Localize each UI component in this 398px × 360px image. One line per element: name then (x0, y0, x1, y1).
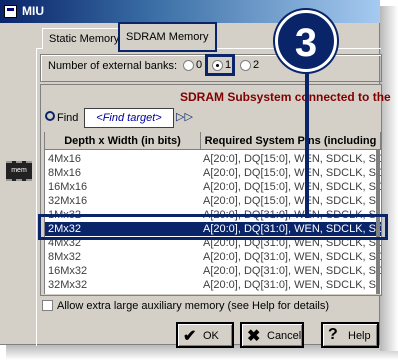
tab-static-memory[interactable]: Static Memory (42, 28, 127, 49)
tab-sdram-memory[interactable]: SDRAM Memory (118, 22, 217, 52)
cell-required-pins: A[20:0], DQ[31:0], WEN, SDCLK, S (203, 279, 377, 291)
cell-required-pins: A[20:0], DQ[15:0], WEN, SDCLK, SD (203, 167, 381, 179)
cell-depth-width: 16Mx16 (48, 181, 88, 193)
radio-highlight-box (205, 54, 235, 76)
table-row[interactable]: 8Mx32 A[20:0], DQ[31:0], WEN, SDCLK, SD (45, 250, 381, 264)
help-label: Help (348, 330, 371, 342)
table-row[interactable]: 32Mx16 A[20:0], DQ[15:0], WEN, SDCLK, S (45, 194, 381, 208)
ok-button[interactable]: ✔ OK (176, 322, 234, 348)
help-button[interactable]: ? Help (321, 322, 379, 348)
banks-label: Number of external banks: (48, 60, 178, 72)
memory-chip-icon: mem (6, 161, 32, 181)
cell-depth-width: 32Mx16 (48, 195, 88, 207)
extra-memory-checkbox[interactable] (42, 300, 53, 311)
subsystem-title: SDRAM Subsystem connected to the (180, 90, 391, 104)
window-shadow-right (380, 6, 398, 351)
table-row[interactable]: 8Mx16 A[20:0], DQ[15:0], WEN, SDCLK, SD (45, 166, 381, 180)
table-row[interactable]: 4Mx16 A[20:0], DQ[15:0], WEN, SDCLK, SD (45, 152, 381, 166)
table-row[interactable]: 32Mx32 A[20:0], DQ[31:0], WEN, SDCLK, S (45, 278, 381, 292)
sdram-table: Depth x Width (in bits) Required System … (44, 132, 381, 294)
selected-row-highlight-box (38, 214, 388, 240)
extra-memory-label: Allow extra large auxiliary memory (see … (57, 300, 330, 312)
cell-required-pins: A[20:0], DQ[31:0], WEN, SDCLK, SD (203, 251, 381, 263)
find-next-icon[interactable]: ▷▷ (176, 110, 193, 123)
table-row[interactable]: 16Mx16 A[20:0], DQ[15:0], WEN, SDCLK, SD (45, 180, 381, 194)
cell-depth-width: 8Mx32 (48, 251, 82, 263)
cancel-label: Cancel (267, 330, 302, 342)
find-label: Find (57, 112, 79, 124)
question-icon: ? (328, 326, 338, 343)
cell-required-pins: A[20:0], DQ[31:0], WEN, SDCLK, SD (203, 265, 381, 277)
find-icon[interactable] (45, 111, 55, 121)
banks-radio-0-label: 0 (196, 59, 203, 71)
ok-label: OK (203, 330, 219, 342)
step-badge: 3 (275, 10, 337, 72)
cell-required-pins: A[20:0], DQ[15:0], WEN, SDCLK, SD (203, 153, 381, 165)
window-title: MIU (22, 4, 44, 18)
column-header-depth-width[interactable]: Depth x Width (in bits) (45, 132, 201, 150)
column-header-required-pins[interactable]: Required System Pins (including (201, 132, 381, 150)
cell-depth-width: 32Mx32 (48, 279, 88, 291)
banks-radio-0[interactable] (183, 60, 194, 71)
cancel-x-icon: ✖ (247, 328, 261, 345)
cell-depth-width: 4Mx16 (48, 153, 82, 165)
cell-required-pins: A[20:0], DQ[15:0], WEN, SDCLK, SD (203, 181, 381, 193)
app-icon[interactable] (4, 5, 17, 18)
cell-depth-width: 8Mx16 (48, 167, 82, 179)
banks-radio-2[interactable] (240, 60, 251, 71)
cancel-button[interactable]: ✖ Cancel (240, 322, 304, 348)
callout-line (305, 72, 309, 218)
banks-radio-2-label: 2 (253, 59, 260, 71)
find-input[interactable]: <Find target> (84, 108, 174, 128)
table-row[interactable]: 16Mx32 A[20:0], DQ[31:0], WEN, SDCLK, SD (45, 264, 381, 278)
cell-required-pins: A[20:0], DQ[15:0], WEN, SDCLK, S (203, 195, 377, 207)
cell-depth-width: 16Mx32 (48, 265, 88, 277)
checkmark-icon: ✔ (183, 328, 197, 345)
